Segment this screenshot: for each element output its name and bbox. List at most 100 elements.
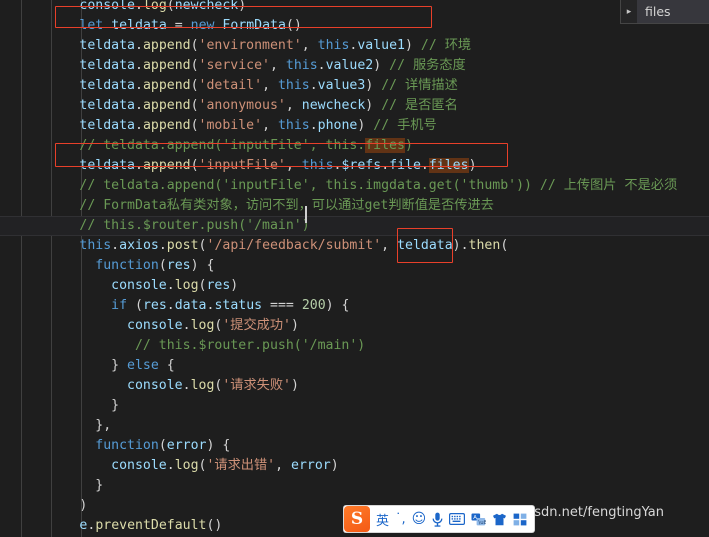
code-line[interactable]: console.log(res) <box>0 276 709 296</box>
code-token: 'mobile' <box>198 118 263 133</box>
code-line[interactable]: // FormData私有类对象，访问不到，可以通过get判断值是否传进去 <box>0 196 709 216</box>
toolbox-grid-icon <box>513 513 527 525</box>
code-token: 'service' <box>198 58 270 73</box>
ime-voice-input-button[interactable] <box>429 506 446 532</box>
code-line[interactable]: console.log('提交成功') <box>0 316 709 336</box>
code-token: ( <box>158 258 167 273</box>
code-line[interactable]: teldata.append('detail', this.value3) //… <box>0 76 709 96</box>
code-token: ) <box>238 0 247 13</box>
code-token: append <box>142 118 191 133</box>
chevron-right-icon[interactable]: ▸ <box>621 7 637 17</box>
code-line[interactable]: }, <box>0 416 709 436</box>
code-token: console <box>127 318 183 333</box>
code-token: . <box>134 118 143 133</box>
debug-watch-popup[interactable]: ▸ files <box>620 0 709 24</box>
code-line[interactable]: teldata.append('anonymous', newcheck) //… <box>0 96 709 116</box>
code-token: // this.$router.push('/main') <box>79 218 310 233</box>
code-token: ) <box>405 38 413 53</box>
code-token: // 环境 <box>420 38 472 53</box>
code-token: ( <box>190 58 199 73</box>
code-line[interactable]: } else { <box>0 356 709 376</box>
code-token: preventDefault <box>95 518 207 533</box>
code-token: log <box>190 318 215 333</box>
code-token: log <box>174 458 199 473</box>
ime-emoji-button[interactable]: ☺ <box>409 506 430 532</box>
code-token: function <box>95 438 159 453</box>
code-line[interactable]: if (res.data.status === 200) { <box>0 296 709 316</box>
code-token: . <box>166 458 175 473</box>
code-token: . <box>309 78 318 93</box>
code-token: teldata <box>79 78 135 93</box>
code-line[interactable]: teldata.append('mobile', this.phone) // … <box>0 116 709 136</box>
code-token: , <box>285 158 302 173</box>
ime-mode-english-button[interactable]: 英 <box>373 506 392 532</box>
code-token: = <box>174 18 183 33</box>
code-token: teldata <box>79 58 135 73</box>
ime-toolbox-button[interactable] <box>510 506 530 532</box>
code-token: ( <box>190 38 199 53</box>
code-token: ( <box>198 238 207 253</box>
code-editor[interactable]: console.log(newcheck) let teldata = new … <box>0 0 709 537</box>
code-token: '请求失败' <box>222 378 291 393</box>
code-line[interactable]: function(error) { <box>0 436 709 456</box>
code-line[interactable]: console.log('请求失败') <box>0 376 709 396</box>
ime-mode-english-label: 英 <box>376 513 390 529</box>
code-token: ) <box>291 378 299 393</box>
code-line[interactable]: let teldata = new FormData() <box>0 16 709 36</box>
code-line[interactable]: // this.$router.push('/main') <box>0 216 709 236</box>
code-token: . <box>134 38 143 53</box>
code-line[interactable]: console.log(newcheck) <box>0 0 709 16</box>
code-line[interactable]: console.log('请求出错', error) <box>0 456 709 476</box>
code-line[interactable]: teldata.append('environment', this.value… <box>0 36 709 56</box>
code-token: append <box>142 158 191 173</box>
code-token: this <box>285 58 318 73</box>
code-token: () <box>206 518 223 533</box>
code-token: ( <box>190 78 199 93</box>
code-line[interactable]: // this.$router.push('/main') <box>0 336 709 356</box>
code-token: new <box>190 18 215 33</box>
code-line[interactable]: function(res) { <box>0 256 709 276</box>
code-token: phone <box>317 118 358 133</box>
code-token: append <box>142 98 191 113</box>
code-token: value3 <box>317 78 366 93</box>
code-token: 'anonymous' <box>198 98 286 113</box>
code-token: ) <box>291 318 299 333</box>
ime-punctuation-button[interactable]: ˙, <box>392 506 409 532</box>
code-token: // 是否匿名 <box>381 98 458 113</box>
ime-translate-button[interactable]: A \u8BED <box>468 506 489 532</box>
code-token: . <box>166 298 175 313</box>
code-token: then <box>468 238 501 253</box>
code-token: ( <box>127 298 143 313</box>
code-token: ( <box>190 118 199 133</box>
ime-skin-button[interactable] <box>489 506 510 532</box>
sogou-ime-toolbar[interactable]: S 英 ˙, ☺ A \u8 <box>344 506 535 532</box>
highlighted-token: files <box>365 138 405 153</box>
smiley-icon: ☺ <box>411 511 427 527</box>
code-line[interactable]: teldata.append('inputFile', this.$refs.f… <box>0 156 709 176</box>
code-token: '/api/feedback/submit' <box>206 238 382 253</box>
code-line[interactable]: } <box>0 396 709 416</box>
code-line[interactable]: } <box>0 476 709 496</box>
ime-soft-keyboard-button[interactable] <box>446 506 468 532</box>
code-token: } <box>111 358 128 373</box>
code-token: . <box>134 58 143 73</box>
code-token: newcheck <box>301 98 366 113</box>
code-token: else <box>127 358 159 373</box>
code-line[interactable]: teldata.append('service', this.value2) /… <box>0 56 709 76</box>
code-content[interactable]: console.log(newcheck) let teldata = new … <box>0 0 709 537</box>
code-token: '提交成功' <box>222 318 291 333</box>
code-line[interactable]: // teldata.append('inputFile', this.file… <box>0 136 709 156</box>
code-token: }, <box>95 418 112 433</box>
sogou-logo-icon[interactable]: S <box>344 506 370 532</box>
code-line[interactable]: // teldata.append('inputFile', this.imgd… <box>0 176 709 196</box>
code-line[interactable]: this.axios.post('/api/feedback/submit', … <box>0 236 709 256</box>
